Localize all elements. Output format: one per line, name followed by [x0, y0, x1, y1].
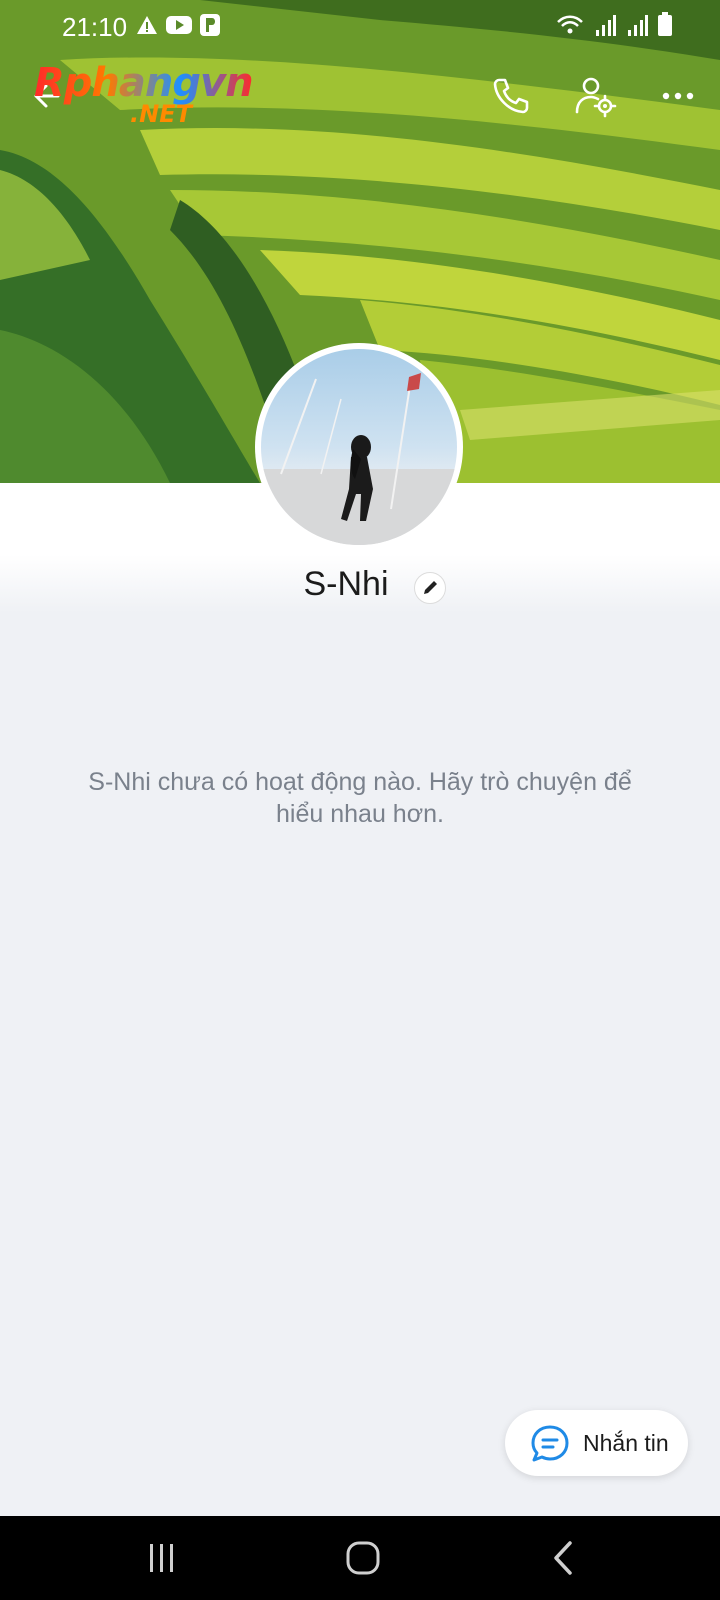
- profile-name: S-Nhi: [0, 565, 720, 604]
- battery-icon: [658, 12, 672, 36]
- app-p-icon: [200, 14, 220, 36]
- wifi-icon: [557, 15, 583, 34]
- notification-icons: [136, 14, 220, 36]
- status-bar: 21:10: [0, 0, 720, 52]
- message-button[interactable]: Nhắn tin: [505, 1410, 688, 1476]
- edit-name-button[interactable]: [414, 572, 446, 604]
- empty-activity-message: S-Nhi chưa có hoạt động nào. Hãy trò chu…: [88, 768, 632, 828]
- user-settings-icon[interactable]: [573, 74, 617, 118]
- recent-apps-icon[interactable]: [140, 1536, 184, 1580]
- chat-bubble-icon: [531, 1425, 569, 1462]
- signal-icon-2: [628, 15, 648, 36]
- nav-back-icon[interactable]: [542, 1536, 586, 1580]
- warning-icon: [137, 16, 157, 34]
- phone-icon[interactable]: [489, 74, 533, 118]
- profile-name-text: S-Nhi: [303, 565, 389, 603]
- pencil-icon: [424, 581, 437, 594]
- watermark-suffix: .NET: [130, 100, 192, 128]
- youtube-icon: [166, 16, 192, 34]
- avatar-illustration: [261, 373, 457, 545]
- profile-toolbar: Rphangvn .NET: [0, 60, 720, 130]
- message-button-label: Nhắn tin: [583, 1430, 669, 1456]
- system-nav-bar: [0, 1516, 720, 1600]
- system-icons: [556, 12, 672, 36]
- avatar-photo: [261, 349, 457, 545]
- home-icon[interactable]: [341, 1536, 385, 1580]
- signal-icon: [596, 15, 616, 36]
- avatar[interactable]: [255, 343, 463, 551]
- more-dots-icon[interactable]: [656, 74, 700, 118]
- status-time: 21:10: [62, 12, 128, 42]
